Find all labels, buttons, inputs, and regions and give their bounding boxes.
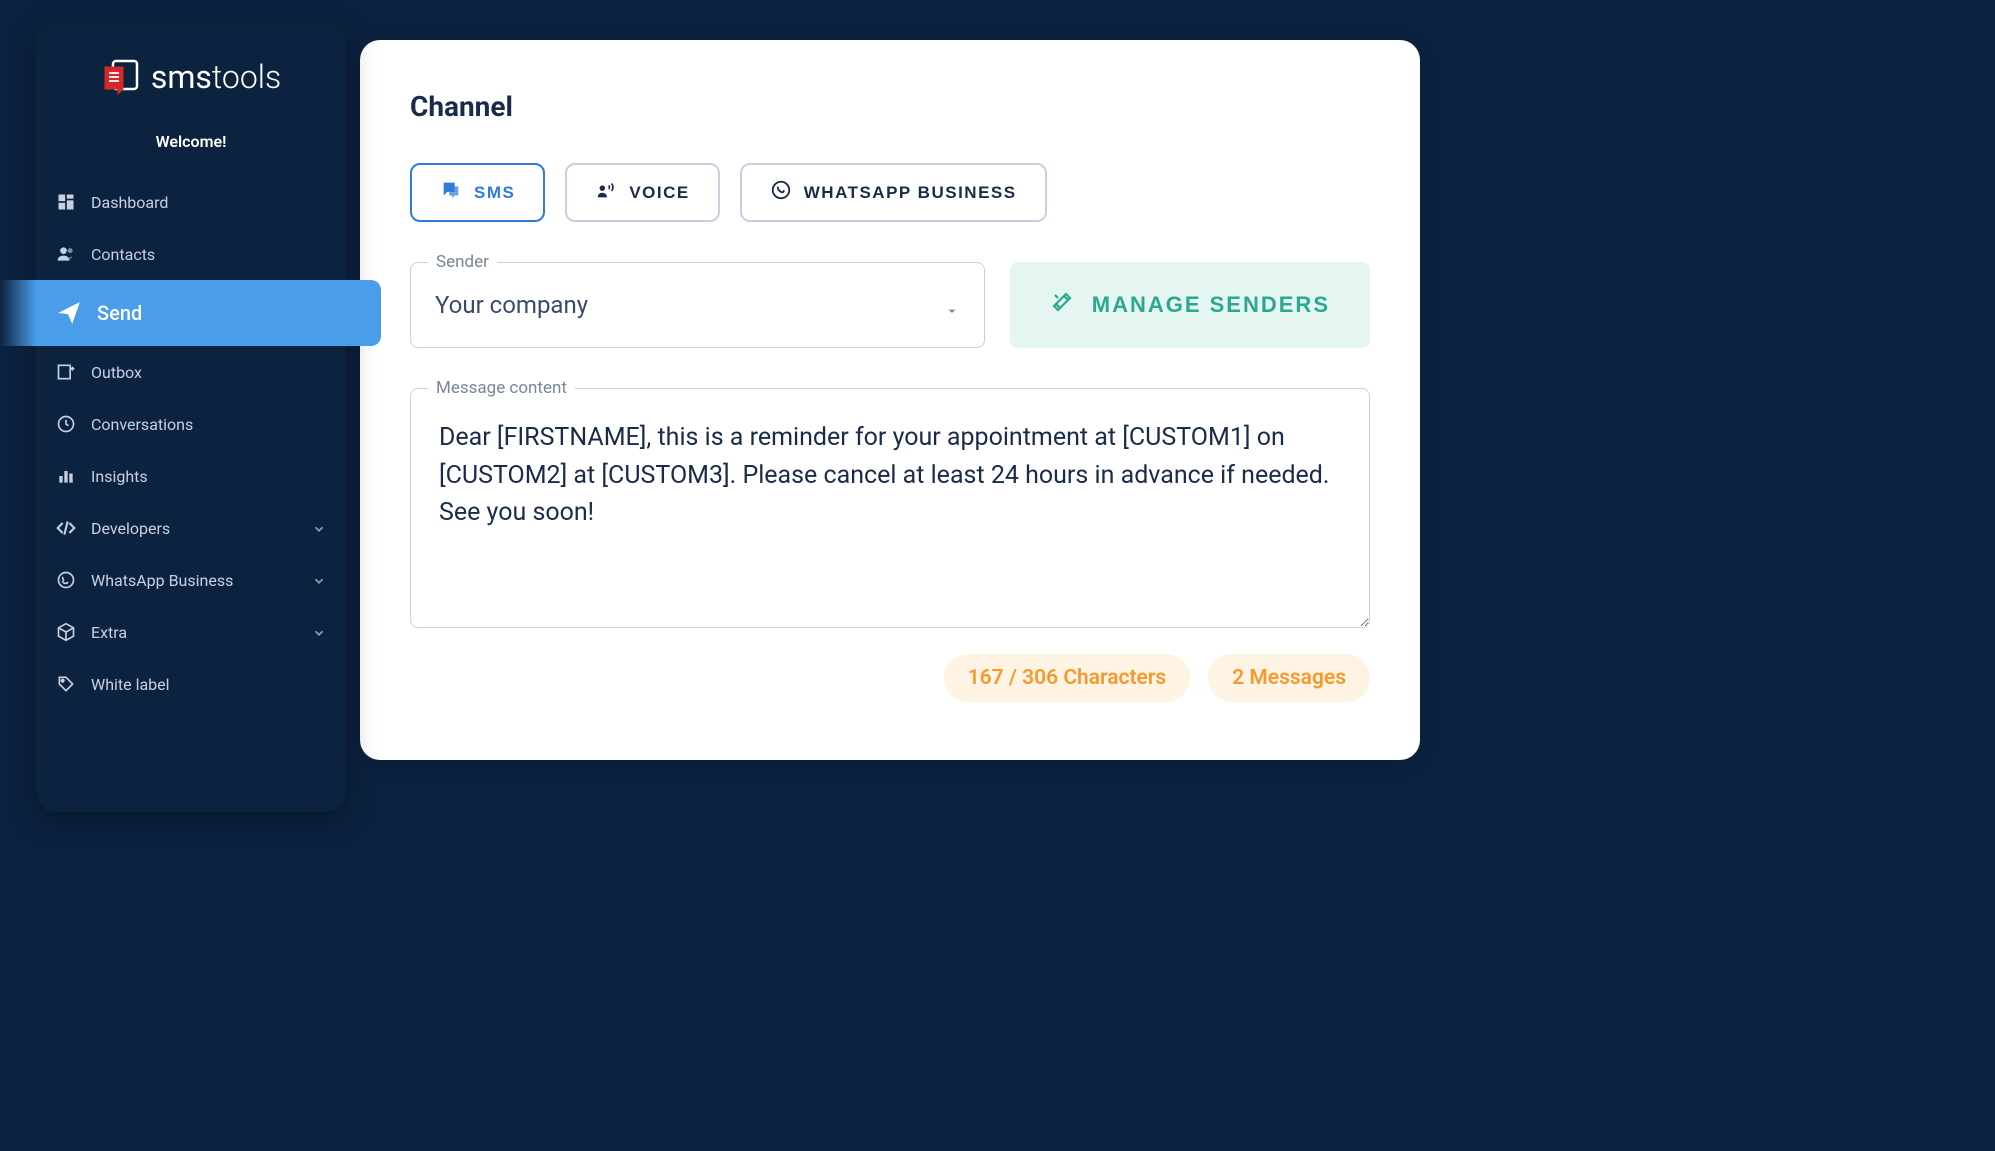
sidebar-item-label: White label	[91, 675, 326, 694]
sidebar-item-insights[interactable]: Insights	[36, 450, 346, 502]
main-card: Channel SMS VOICE WHATSAPP BUSINESS Send…	[360, 40, 1420, 760]
counters: 167 / 306 Characters 2 Messages	[410, 654, 1370, 702]
dashboard-icon	[56, 192, 76, 212]
message-textarea[interactable]	[410, 388, 1370, 628]
box-icon	[56, 622, 76, 642]
conversations-icon	[56, 414, 76, 434]
sidebar-item-label: WhatsApp Business	[91, 571, 297, 590]
chevron-down-icon	[312, 573, 326, 587]
page-title: Channel	[410, 90, 1370, 123]
sidebar-item-label: Extra	[91, 623, 297, 642]
sender-label: Sender	[428, 252, 497, 272]
logo-text: smstools	[151, 58, 281, 96]
sidebar-item-developers[interactable]: Developers	[36, 502, 346, 554]
sidebar-item-label: Contacts	[91, 245, 326, 264]
logo: smstools	[36, 57, 346, 97]
logo-icon	[101, 57, 141, 97]
sms-icon	[440, 179, 462, 206]
whitelabel-icon	[56, 674, 76, 694]
tab-sms[interactable]: SMS	[410, 163, 545, 222]
welcome-text: Welcome!	[36, 132, 346, 151]
code-icon	[56, 518, 76, 538]
manage-senders-label: MANAGE SENDERS	[1092, 292, 1330, 318]
sender-value: Your company	[435, 291, 588, 319]
message-label: Message content	[428, 378, 575, 398]
insights-icon	[56, 466, 76, 486]
tab-voice[interactable]: VOICE	[565, 163, 719, 222]
tab-label: WHATSAPP BUSINESS	[804, 183, 1017, 203]
sidebar-item-extra[interactable]: Extra	[36, 606, 346, 658]
whatsapp-icon	[56, 570, 76, 590]
voice-icon	[595, 179, 617, 206]
sender-select[interactable]: Your company	[410, 262, 985, 348]
sidebar-item-label: Insights	[91, 467, 326, 486]
char-counter: 167 / 306 Characters	[944, 654, 1191, 702]
sidebar-item-label: Conversations	[91, 415, 326, 434]
dropdown-icon	[944, 297, 960, 313]
tab-label: SMS	[474, 183, 515, 203]
whatsapp-icon	[770, 179, 792, 206]
message-counter: 2 Messages	[1208, 654, 1370, 702]
sidebar-item-conversations[interactable]: Conversations	[36, 398, 346, 450]
tools-icon	[1050, 290, 1074, 320]
message-field: Message content	[410, 388, 1370, 632]
tab-label: VOICE	[629, 183, 689, 203]
outbox-icon	[56, 362, 76, 382]
sidebar-item-outbox[interactable]: Outbox	[36, 346, 346, 398]
sidebar-item-contacts[interactable]: Contacts	[36, 228, 346, 280]
sidebar-item-label: Dashboard	[91, 193, 326, 212]
sidebar: smstools Welcome! Dashboard Contacts Sen…	[36, 22, 346, 812]
chevron-down-icon	[312, 521, 326, 535]
contacts-icon	[56, 244, 76, 264]
sidebar-item-label: Send	[97, 301, 361, 325]
send-icon	[56, 300, 82, 326]
sidebar-item-whatsapp-business[interactable]: WhatsApp Business	[36, 554, 346, 606]
sidebar-item-white-label[interactable]: White label	[36, 658, 346, 710]
chevron-down-icon	[312, 625, 326, 639]
sidebar-item-send[interactable]: Send	[36, 280, 381, 346]
channel-tabs: SMS VOICE WHATSAPP BUSINESS	[410, 163, 1370, 222]
sidebar-item-dashboard[interactable]: Dashboard	[36, 176, 346, 228]
sidebar-item-label: Outbox	[91, 363, 326, 382]
sender-field: Sender Your company MANAGE SENDERS	[410, 262, 1370, 348]
sidebar-item-label: Developers	[91, 519, 297, 538]
tab-whatsapp-business[interactable]: WHATSAPP BUSINESS	[740, 163, 1047, 222]
manage-senders-button[interactable]: MANAGE SENDERS	[1010, 262, 1370, 348]
